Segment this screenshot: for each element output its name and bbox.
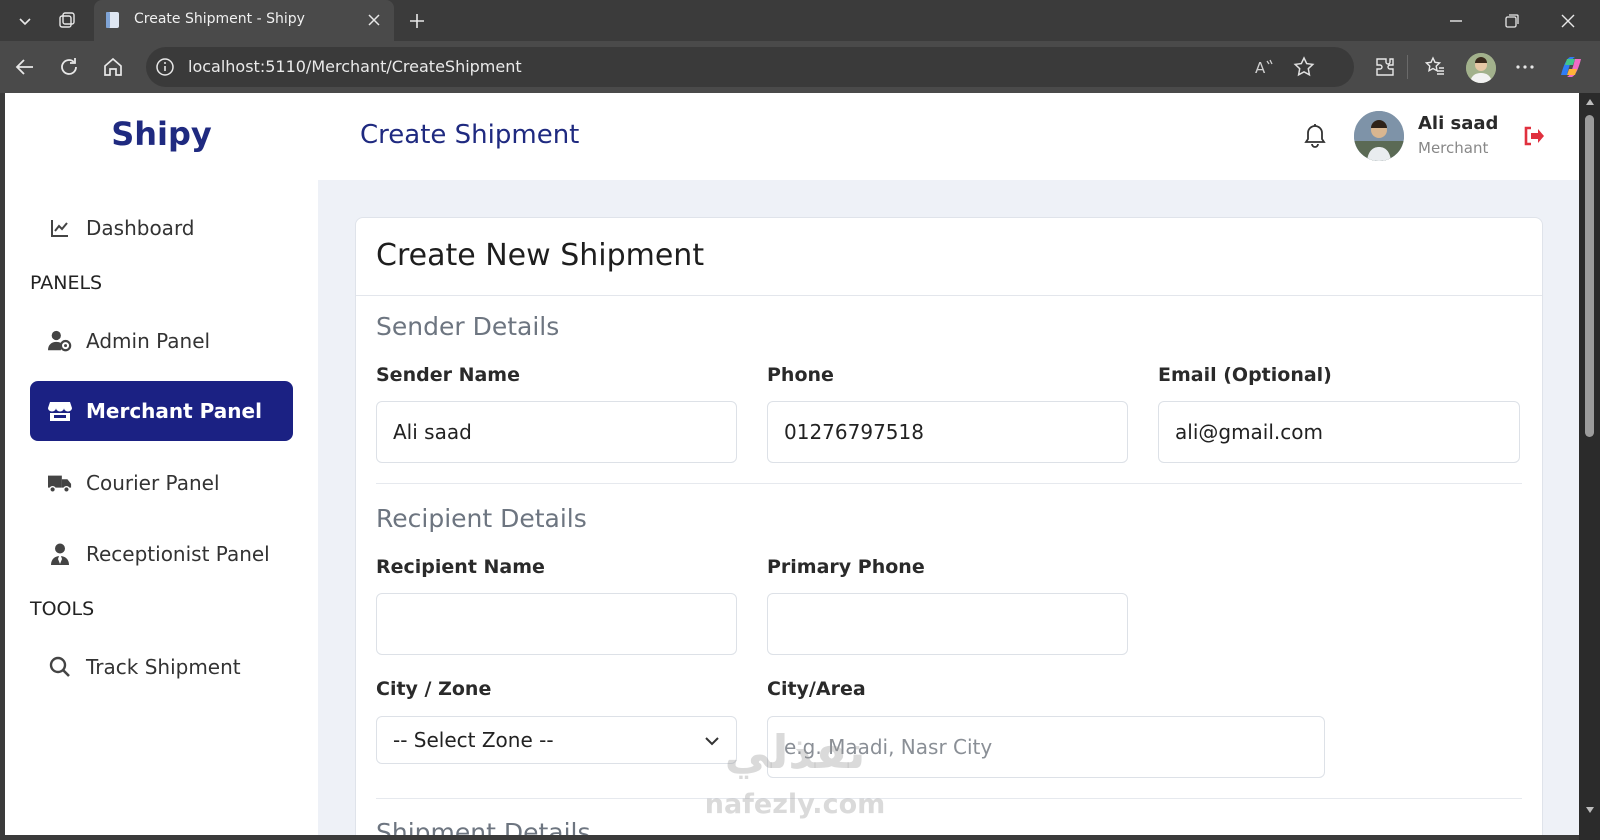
scroll-down-icon[interactable] <box>1584 805 1595 815</box>
section-divider <box>376 483 1522 484</box>
store-icon <box>48 399 72 423</box>
sender-phone-label: Phone <box>767 364 834 386</box>
close-window-icon[interactable] <box>1540 0 1596 41</box>
chevron-down-icon <box>702 731 722 751</box>
toolbar-separator <box>1407 55 1408 79</box>
city-area-label: City/Area <box>767 678 866 700</box>
browser-toolbar: localhost:5110/Merchant/CreateShipment A <box>0 41 1600 93</box>
city-zone-select[interactable]: -- Select Zone -- <box>376 716 737 764</box>
extensions-icon[interactable] <box>1370 52 1400 82</box>
scrollbar-thumb[interactable] <box>1585 115 1594 437</box>
sidebar-item-label: Track Shipment <box>86 655 241 679</box>
sender-phone-value: 01276797518 <box>784 420 924 444</box>
city-zone-selected: -- Select Zone -- <box>393 728 554 752</box>
city-zone-label: City / Zone <box>376 678 492 700</box>
sender-name-value: Ali saad <box>393 420 472 444</box>
primary-phone-label: Primary Phone <box>767 556 925 578</box>
browser-profile-avatar[interactable] <box>1466 53 1496 83</box>
recipient-details-title: Recipient Details <box>376 504 587 533</box>
sidebar-item-label: Receptionist Panel <box>86 542 270 566</box>
sidebar-item-receptionist-panel[interactable]: Receptionist Panel <box>30 524 293 584</box>
chart-line-icon <box>48 216 72 240</box>
primary-phone-input[interactable] <box>767 593 1128 655</box>
url-text: localhost:5110/Merchant/CreateShipment <box>188 57 522 76</box>
close-tab-icon[interactable] <box>360 6 388 34</box>
page-title: Create Shipment <box>360 120 580 150</box>
copilot-icon[interactable] <box>1557 53 1585 81</box>
page-favicon-icon <box>104 11 122 29</box>
shipment-details-title: Shipment Details <box>376 818 591 835</box>
city-area-placeholder: e.g. Maadi, Nasr City <box>784 735 993 759</box>
browser-tab[interactable]: Create Shipment - Shipy <box>94 0 394 41</box>
page-scrollbar[interactable] <box>1579 93 1600 840</box>
truck-icon <box>48 471 72 495</box>
sidebar-item-merchant-panel[interactable]: Merchant Panel <box>30 381 293 441</box>
logout-icon[interactable] <box>1521 123 1547 149</box>
tab-title: Create Shipment - Shipy <box>134 11 305 27</box>
brand-logo[interactable]: Shipy <box>5 115 318 153</box>
user-tie-icon <box>48 542 72 566</box>
recipient-name-label: Recipient Name <box>376 556 545 578</box>
sender-name-input[interactable]: Ali saad <box>376 401 737 463</box>
section-divider <box>376 798 1522 799</box>
sender-phone-input[interactable]: 01276797518 <box>767 401 1128 463</box>
browser-tab-bar: Create Shipment - Shipy <box>0 0 1600 41</box>
address-bar[interactable]: localhost:5110/Merchant/CreateShipment A <box>146 47 1354 87</box>
back-icon[interactable] <box>10 52 40 82</box>
card-title: Create New Shipment <box>376 238 705 273</box>
sidebar-item-courier-panel[interactable]: Courier Panel <box>30 453 293 513</box>
recipient-name-input[interactable] <box>376 593 737 655</box>
sidebar-item-label: Merchant Panel <box>86 399 262 423</box>
page-viewport: Shipy Dashboard PANELS Admin Panel Merch… <box>5 93 1579 835</box>
site-info-icon[interactable] <box>154 56 176 78</box>
tools-heading: TOOLS <box>30 598 95 620</box>
scroll-up-icon[interactable] <box>1584 97 1595 107</box>
sidebar-item-label: Courier Panel <box>86 471 220 495</box>
minimize-icon[interactable] <box>1428 0 1484 41</box>
workspaces-icon[interactable] <box>52 6 82 36</box>
user-name: Ali saad <box>1418 113 1499 134</box>
restore-icon[interactable] <box>1484 0 1540 41</box>
sender-email-value: ali@gmail.com <box>1175 420 1323 444</box>
sidebar: Shipy Dashboard PANELS Admin Panel Merch… <box>5 93 318 835</box>
user-gear-icon <box>48 329 72 353</box>
refresh-icon[interactable] <box>54 52 84 82</box>
create-shipment-card: Create New Shipment Sender Details Sende… <box>355 217 1543 835</box>
top-header: Create Shipment Ali saad Merchant <box>318 93 1579 180</box>
card-header: Create New Shipment <box>356 218 1542 296</box>
sidebar-item-track-shipment[interactable]: Track Shipment <box>30 637 293 697</box>
sender-email-input[interactable]: ali@gmail.com <box>1158 401 1520 463</box>
home-icon[interactable] <box>98 52 128 82</box>
sidebar-item-dashboard[interactable]: Dashboard <box>30 198 293 258</box>
favorite-star-icon[interactable] <box>1292 55 1316 79</box>
bell-icon[interactable] <box>1300 121 1330 151</box>
sidebar-item-label: Admin Panel <box>86 329 211 353</box>
search-icon <box>48 655 72 679</box>
read-aloud-icon[interactable]: A <box>1252 55 1276 79</box>
sidebar-item-admin-panel[interactable]: Admin Panel <box>30 311 293 371</box>
avatar[interactable] <box>1354 111 1404 161</box>
more-options-icon[interactable] <box>1510 52 1540 82</box>
city-area-input[interactable]: e.g. Maadi, Nasr City <box>767 716 1325 778</box>
svg-text:A: A <box>1255 59 1266 77</box>
new-tab-icon[interactable] <box>402 6 432 36</box>
sender-name-label: Sender Name <box>376 364 520 386</box>
favorites-list-icon[interactable] <box>1420 52 1450 82</box>
user-role: Merchant <box>1418 139 1489 157</box>
sidebar-item-label: Dashboard <box>86 216 195 240</box>
sender-email-label: Email (Optional) <box>1158 364 1332 386</box>
tab-actions-chevron-icon[interactable] <box>10 6 40 36</box>
sender-details-title: Sender Details <box>376 312 560 341</box>
panels-heading: PANELS <box>30 272 103 294</box>
